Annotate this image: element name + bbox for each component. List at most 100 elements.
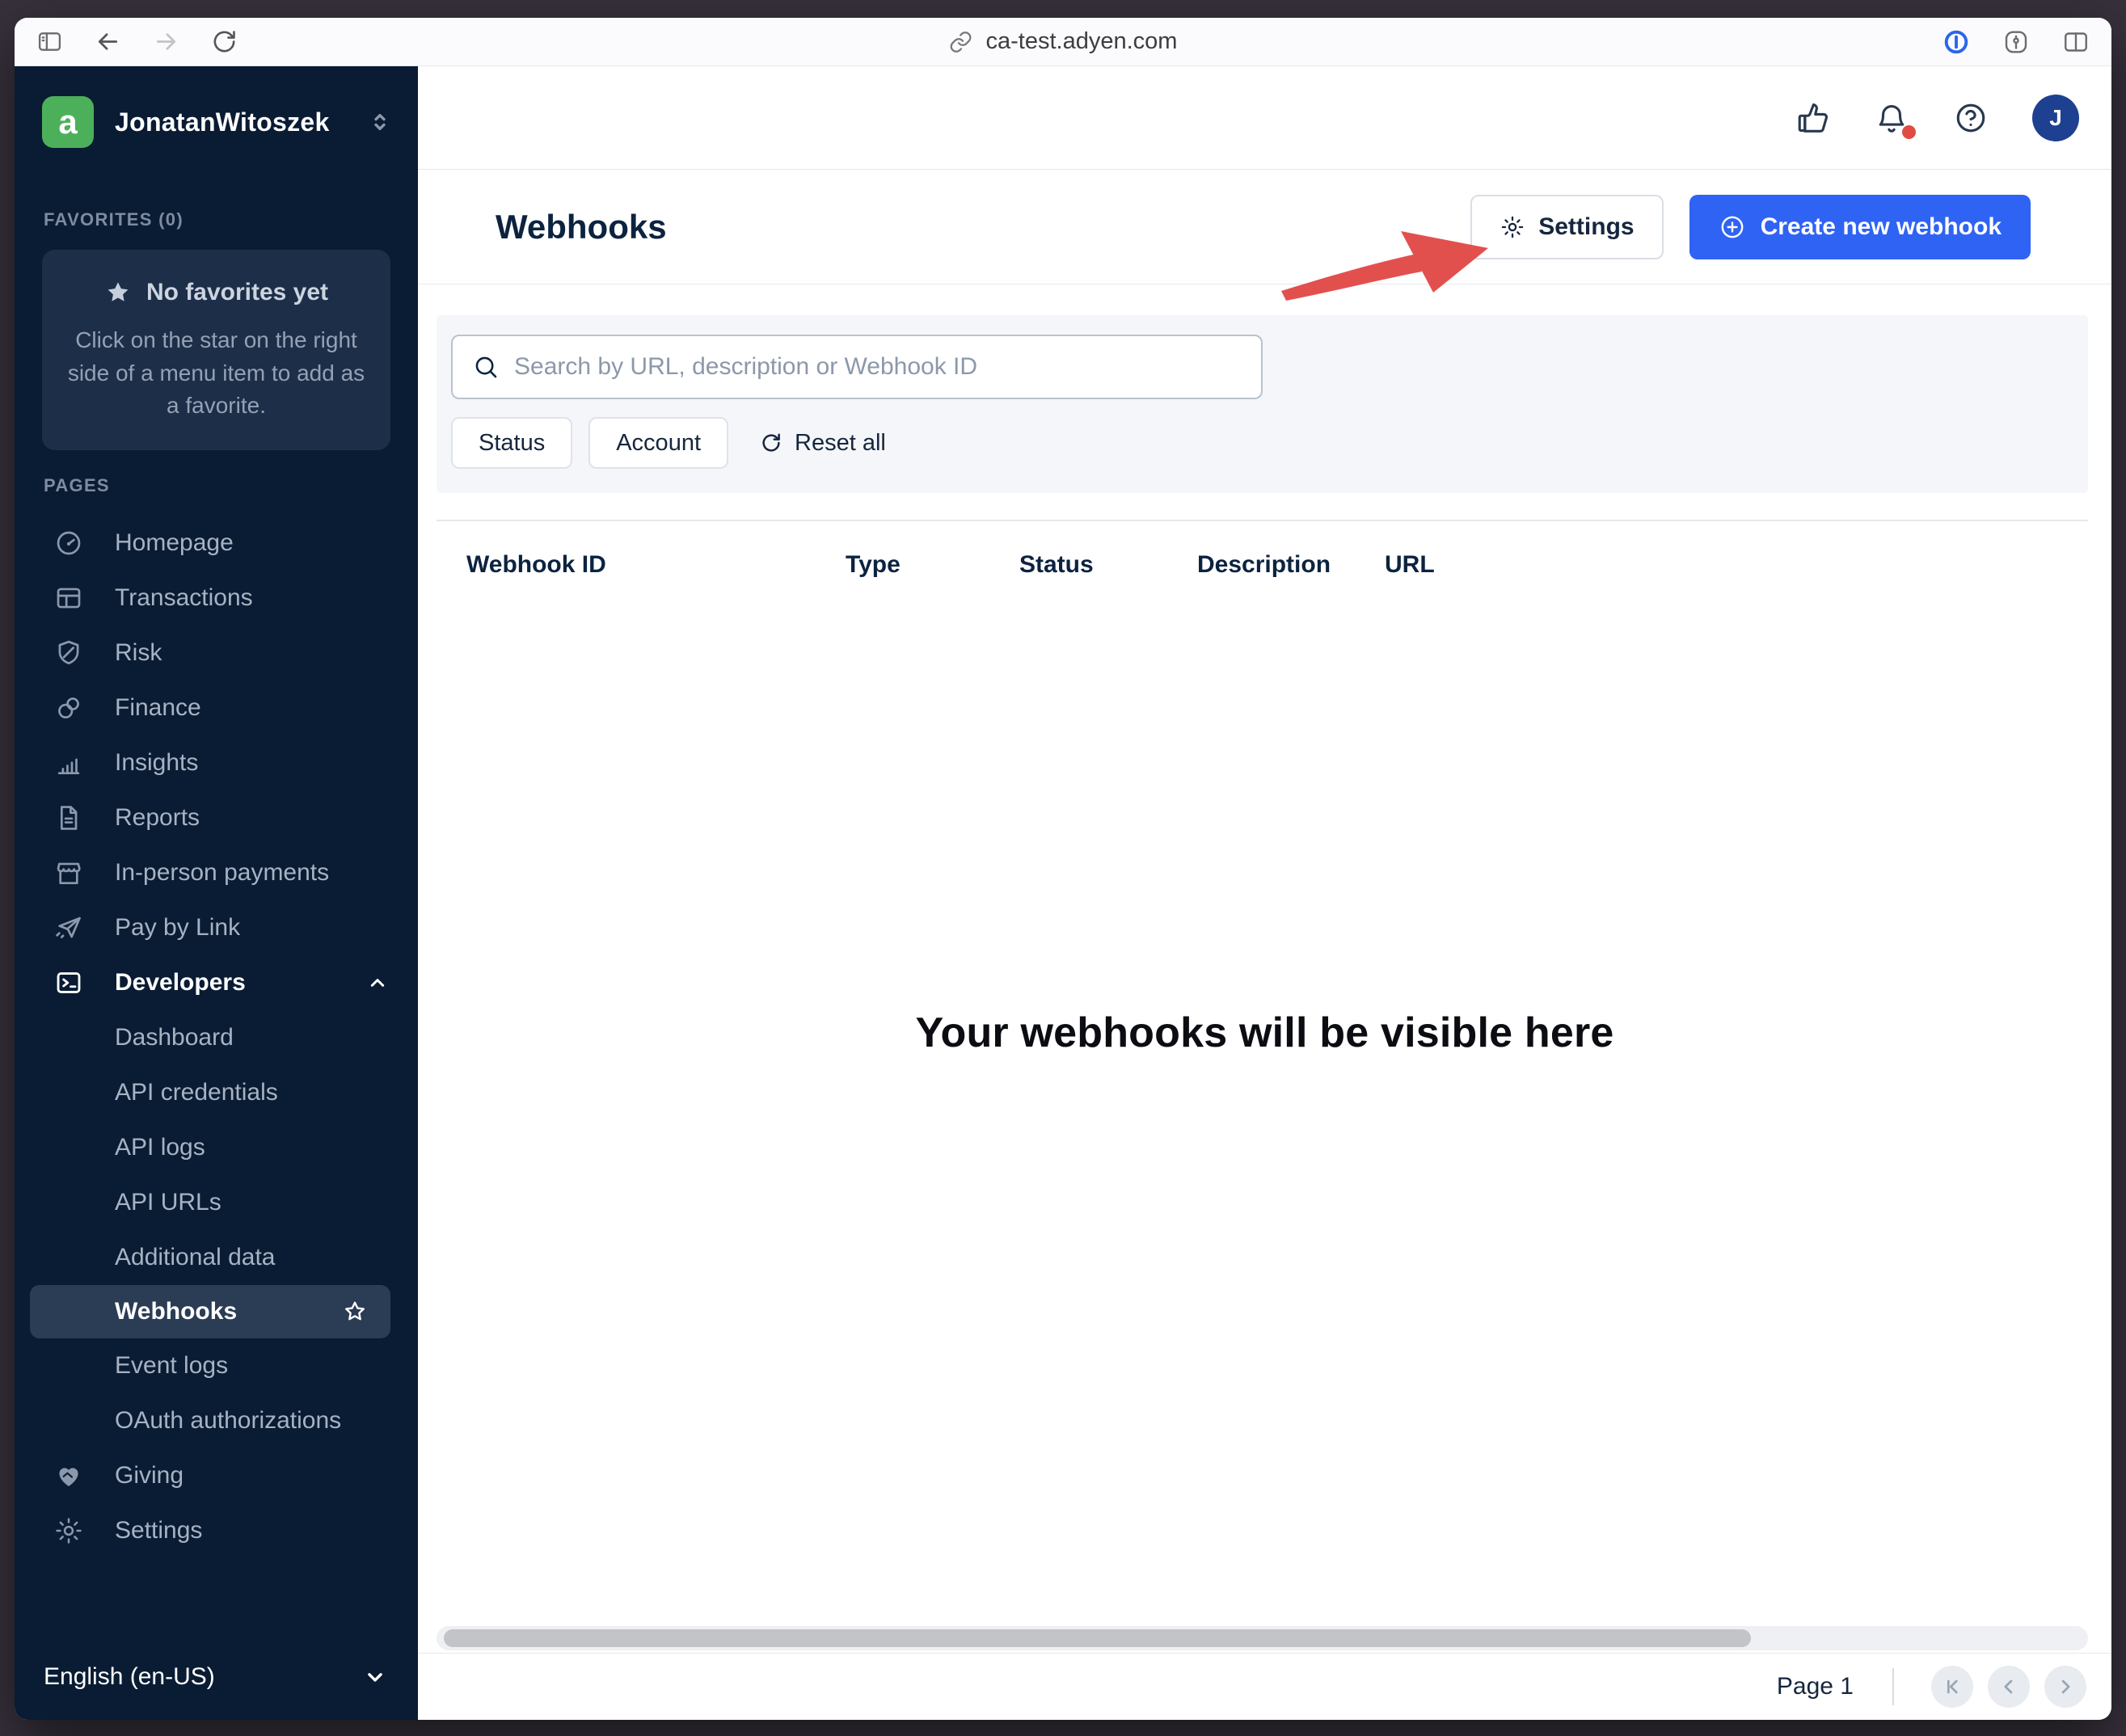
transactions-icon — [53, 583, 84, 613]
subitem-label: API credentials — [115, 1078, 278, 1106]
split-view-icon[interactable] — [2061, 27, 2090, 57]
notifications-bell-icon[interactable] — [1874, 100, 1916, 139]
sidebar-subitem-api-logs[interactable]: API logs — [15, 1120, 418, 1175]
avatar[interactable]: J — [2032, 94, 2079, 141]
search-input[interactable] — [514, 353, 1242, 381]
finance-icon — [53, 693, 84, 723]
scrollbar-thumb[interactable] — [444, 1629, 1751, 1647]
page-header: Webhooks Settings Create new webhook — [418, 170, 2111, 284]
app-header: J — [418, 66, 2111, 170]
address-bar[interactable]: ca-test.adyen.com — [949, 28, 1178, 55]
gear-icon — [1500, 214, 1525, 240]
pagination-divider — [1892, 1668, 1894, 1705]
sidebar-item-label: Pay by Link — [115, 913, 241, 941]
sidebar-toggle-icon[interactable] — [36, 27, 64, 56]
column-header-url: URL — [1385, 551, 1435, 578]
thumbs-up-icon[interactable] — [1795, 100, 1830, 136]
favorites-empty-title: No favorites yet — [146, 279, 329, 305]
sidebar-subitem-api-urls[interactable]: API URLs — [15, 1175, 418, 1230]
sidebar-subitem-oauth-authorizations[interactable]: OAuth authorizations — [15, 1393, 418, 1448]
status-filter-chip[interactable]: Status — [451, 417, 573, 469]
pagination-bar: Page 1 — [418, 1653, 2111, 1720]
subitem-label: Webhooks — [115, 1297, 238, 1325]
developers-icon — [53, 967, 84, 998]
sidebar-item-pay-by-link[interactable]: Pay by Link — [15, 900, 418, 955]
sidebar-item-reports[interactable]: Reports — [15, 790, 418, 845]
horizontal-scrollbar — [437, 1626, 2088, 1650]
subitem-label: OAuth authorizations — [115, 1406, 342, 1434]
adyen-logo: a — [42, 96, 94, 148]
reset-all-button[interactable]: Reset all — [759, 430, 886, 457]
filter-panel: Status Account Reset all — [437, 315, 2088, 493]
sidebar-subitem-webhooks[interactable]: Webhooks — [30, 1284, 390, 1338]
sidebar-item-risk[interactable]: Risk — [15, 626, 418, 680]
extensions-icon[interactable] — [2002, 27, 2031, 57]
page-title: Webhooks — [496, 207, 667, 246]
chevron-down-icon — [361, 1663, 389, 1691]
sidebar-item-settings[interactable]: Settings — [15, 1503, 418, 1558]
sidebar-item-label: Developers — [115, 968, 246, 996]
sidebar-item-finance[interactable]: Finance — [15, 680, 418, 735]
language-selector[interactable]: English (en-US) — [15, 1642, 418, 1720]
column-header-type: Type — [846, 551, 901, 578]
account-chip-label: Account — [616, 429, 702, 456]
favorites-empty-description: Click on the star on the right side of a… — [67, 327, 365, 419]
account-switcher[interactable]: a JonatanWitoszek — [42, 96, 394, 148]
search-box[interactable] — [451, 335, 1263, 399]
star-outline-icon[interactable] — [342, 1299, 368, 1325]
column-header-status: Status — [1019, 551, 1094, 578]
subitem-label: API logs — [115, 1133, 205, 1161]
language-label: English (en-US) — [44, 1663, 215, 1690]
forward-icon[interactable] — [152, 27, 180, 56]
sidebar-subitem-additional-data[interactable]: Additional data — [15, 1230, 418, 1285]
create-new-webhook-button[interactable]: Create new webhook — [1689, 194, 2031, 259]
webhook-settings-button[interactable]: Settings — [1470, 194, 1664, 259]
column-header-webhook-id: Webhook ID — [466, 551, 606, 578]
sidebar-item-label: Insights — [115, 748, 199, 776]
settings-gear-icon — [53, 1515, 84, 1546]
sidebar-subitem-event-logs[interactable]: Event logs — [15, 1338, 418, 1393]
reload-icon[interactable] — [210, 27, 238, 56]
subitem-label: Event logs — [115, 1351, 229, 1379]
sidebar-item-label: In-person payments — [115, 858, 330, 886]
sidebar: a JonatanWitoszek FAVORITES (0) No favor… — [15, 66, 418, 1720]
pages-section-label: PAGES — [44, 474, 110, 495]
back-icon[interactable] — [94, 27, 122, 56]
sidebar-item-giving[interactable]: Giving — [15, 1448, 418, 1503]
sidebar-item-homepage[interactable]: Homepage — [15, 516, 418, 571]
url-text: ca-test.adyen.com — [985, 28, 1178, 54]
sidebar-item-label: Homepage — [115, 529, 234, 556]
main-content: J Webhooks Settings Create new webhook S… — [418, 66, 2111, 1720]
sidebar-subitem-api-credentials[interactable]: API credentials — [15, 1065, 418, 1120]
favorites-empty-card: No favorites yet Click on the star on th… — [42, 250, 390, 450]
notification-dot — [1902, 124, 1916, 139]
sidebar-item-insights[interactable]: Insights — [15, 735, 418, 790]
sidebar-item-developers[interactable]: Developers — [15, 955, 418, 1010]
favorites-section-label: FAVORITES (0) — [44, 209, 183, 230]
pay-by-link-icon — [53, 912, 84, 943]
sidebar-item-in-person-payments[interactable]: In-person payments — [15, 845, 418, 900]
search-icon — [472, 353, 500, 381]
sidebar-item-label: Reports — [115, 803, 200, 831]
link-icon — [949, 30, 973, 54]
column-header-description: Description — [1197, 551, 1331, 578]
reports-icon — [53, 803, 84, 833]
sidebar-item-label: Risk — [115, 638, 162, 666]
browser-window: ca-test.adyen.com a JonatanWitoszek FAVO… — [15, 18, 2111, 1720]
reset-icon — [759, 431, 783, 455]
account-filter-chip[interactable]: Account — [588, 417, 729, 469]
first-page-button[interactable] — [1931, 1666, 1973, 1708]
status-chip-label: Status — [479, 429, 546, 456]
subitem-label: Dashboard — [115, 1023, 234, 1051]
onepassword-icon[interactable] — [1942, 27, 1971, 57]
sidebar-item-transactions[interactable]: Transactions — [15, 571, 418, 626]
create-button-label: Create new webhook — [1760, 213, 2002, 240]
sidebar-subitem-dashboard[interactable]: Dashboard — [15, 1010, 418, 1065]
next-page-button[interactable] — [2044, 1666, 2086, 1708]
settings-button-label: Settings — [1538, 213, 1635, 240]
sidebar-item-label: Giving — [115, 1461, 184, 1489]
account-name: JonatanWitoszek — [115, 107, 330, 137]
previous-page-button[interactable] — [1988, 1666, 2030, 1708]
giving-icon — [53, 1460, 84, 1491]
help-icon[interactable] — [1953, 100, 1989, 136]
